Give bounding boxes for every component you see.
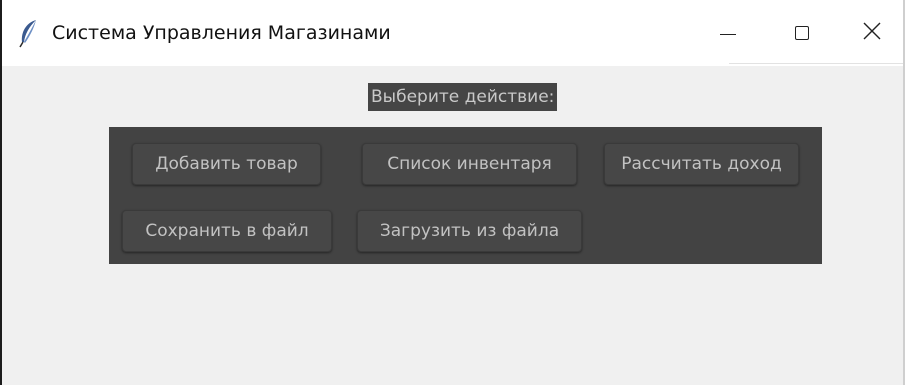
close-button[interactable] (840, 0, 903, 66)
calculate-income-button[interactable]: Рассчитать доход (604, 143, 799, 185)
prompt-label: Выберите действие: (368, 83, 558, 111)
maximize-icon (795, 26, 809, 40)
maximize-button[interactable] (759, 0, 845, 66)
window-title: Система Управления Магазинами (52, 22, 391, 44)
actions-panel: Добавить товар Список инвентаря Рассчита… (109, 127, 822, 264)
load-from-file-button[interactable]: Загрузить из файла (357, 210, 582, 252)
feather-icon (16, 18, 40, 48)
save-to-file-button[interactable]: Сохранить в файл (122, 210, 332, 252)
minimize-icon (720, 33, 736, 35)
app-window: Система Управления Магазинами Выберите д… (0, 0, 905, 385)
title-bar[interactable]: Система Управления Магазинами (2, 0, 903, 66)
close-icon (863, 22, 881, 44)
titlebar-divider (729, 63, 903, 64)
inventory-list-button[interactable]: Список инвентаря (362, 143, 577, 185)
add-item-button[interactable]: Добавить товар (132, 143, 321, 185)
